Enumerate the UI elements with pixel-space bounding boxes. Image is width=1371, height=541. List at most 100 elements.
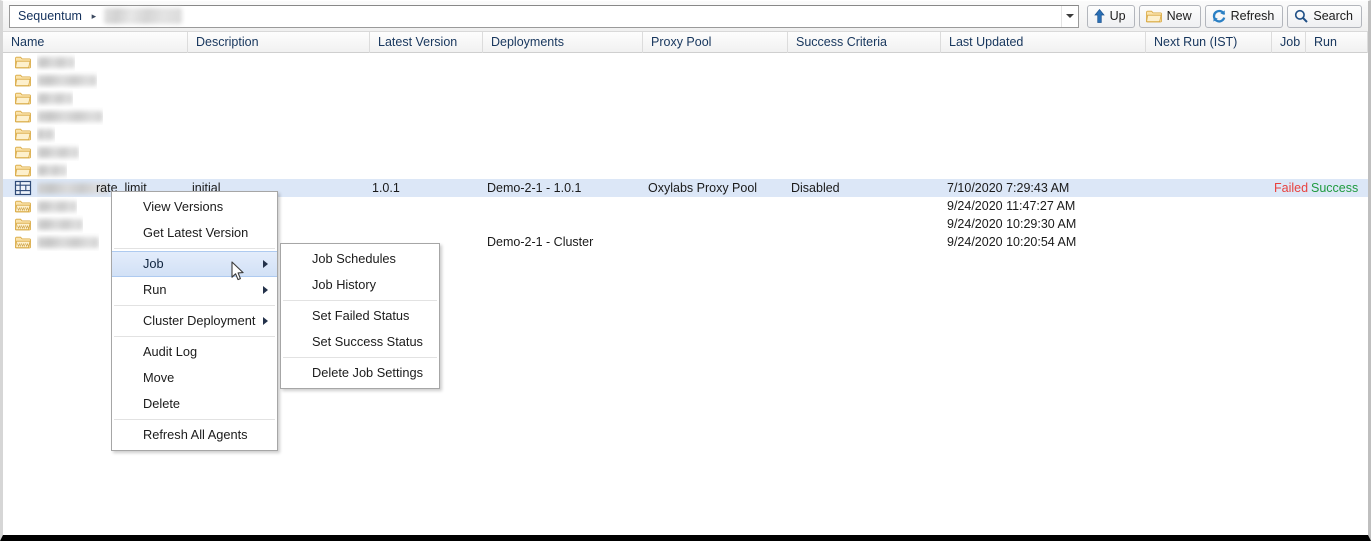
menu-item-move[interactable]: Move — [112, 365, 277, 391]
menu-item-get-latest-version[interactable]: Get Latest Version — [112, 220, 277, 246]
column-header-description[interactable]: Description — [188, 32, 370, 53]
row-name-redacted — [37, 197, 77, 215]
menu-item-label: Move — [143, 370, 174, 385]
menu-item-label: Job Schedules — [312, 251, 396, 266]
row-name-redacted — [37, 125, 55, 143]
submenu-item-delete-job-settings[interactable]: Delete Job Settings — [281, 360, 439, 386]
folder-icon — [1146, 10, 1162, 23]
breadcrumb-root[interactable]: Sequentum — [10, 6, 86, 27]
application-window: Sequentum ▸ Up New — [0, 0, 1371, 541]
table-row[interactable] — [3, 125, 1368, 143]
submenu-item-job-schedules[interactable]: Job Schedules — [281, 246, 439, 272]
column-header-name[interactable]: Name — [3, 32, 188, 53]
submenu-item-set-failed-status[interactable]: Set Failed Status — [281, 303, 439, 329]
row-name-redacted — [37, 107, 103, 125]
column-header-last-updated[interactable]: Last Updated — [941, 32, 1146, 53]
column-header-run[interactable]: Run — [1306, 32, 1368, 53]
menu-item-run[interactable]: Run — [112, 277, 277, 303]
submenu-item-set-success-status[interactable]: Set Success Status — [281, 329, 439, 355]
column-header-proxy-pool[interactable]: Proxy Pool — [643, 32, 788, 53]
new-button-label: New — [1167, 9, 1192, 23]
agent-icon — [14, 180, 33, 196]
redaction-block — [37, 201, 77, 212]
menu-item-delete[interactable]: Delete — [112, 391, 277, 417]
menu-separator — [283, 300, 437, 301]
table-row[interactable] — [3, 89, 1368, 107]
submenu-arrow-icon — [263, 260, 268, 268]
table-row[interactable] — [3, 53, 1368, 71]
menu-item-label: Get Latest Version — [143, 225, 248, 240]
redaction-block — [37, 219, 83, 230]
column-header-success-criteria[interactable]: Success Criteria — [788, 32, 941, 53]
menu-item-label: Delete Job Settings — [312, 365, 423, 380]
row-name-redacted — [37, 53, 75, 71]
submenu-arrow-icon — [263, 286, 268, 294]
refresh-button[interactable]: Refresh — [1205, 5, 1284, 28]
redaction-block — [37, 147, 79, 158]
table-row[interactable] — [3, 161, 1368, 179]
column-header-latest-version[interactable]: Latest Version — [370, 32, 483, 53]
folder-icon — [15, 128, 31, 141]
column-header-next-run-ist[interactable]: Next Run (IST) — [1146, 32, 1272, 53]
folder-icon — [15, 146, 31, 159]
search-button-label: Search — [1313, 9, 1353, 23]
refresh-button-label: Refresh — [1231, 9, 1275, 23]
table-row[interactable] — [3, 71, 1368, 89]
menu-separator — [114, 419, 275, 420]
arrow-up-icon — [1094, 9, 1105, 23]
row-name-redacted — [37, 161, 67, 179]
menu-item-audit-log[interactable]: Audit Log — [112, 339, 277, 365]
redaction-block — [37, 237, 99, 248]
table-row[interactable] — [3, 107, 1368, 125]
menu-item-label: Run — [143, 282, 166, 297]
web-folder-icon: www — [15, 236, 31, 249]
cell-run-status: Success — [1311, 179, 1371, 197]
cell-proxy-pool: Oxylabs Proxy Pool — [648, 179, 793, 197]
folder-icon — [15, 74, 31, 87]
breadcrumb-redacted-segment[interactable] — [104, 8, 182, 24]
row-name-redacted — [37, 215, 83, 233]
menu-separator — [283, 357, 437, 358]
row-name-redacted — [37, 89, 73, 107]
menu-item-cluster-deployment[interactable]: Cluster Deployment — [112, 308, 277, 334]
menu-separator — [114, 305, 275, 306]
context-submenu-job[interactable]: Job Schedules Job History Set Failed Statu… — [280, 243, 440, 389]
menu-item-label: Audit Log — [143, 344, 197, 359]
table-row[interactable] — [3, 143, 1368, 161]
folder-icon — [15, 164, 31, 177]
menu-item-job[interactable]: Job — [112, 251, 277, 277]
magnifier-icon — [1294, 9, 1308, 23]
address-bar-dropdown-button[interactable] — [1061, 6, 1078, 27]
redaction-block — [37, 165, 67, 176]
column-header-deployments[interactable]: Deployments — [483, 32, 643, 53]
menu-separator — [114, 336, 275, 337]
menu-item-label: Set Failed Status — [312, 308, 409, 323]
up-button[interactable]: Up — [1087, 5, 1135, 28]
column-header-job[interactable]: Job — [1272, 32, 1306, 53]
redaction-block — [37, 75, 97, 86]
address-bar[interactable]: Sequentum ▸ — [9, 5, 1079, 28]
menu-separator — [114, 248, 275, 249]
menu-item-label: Refresh All Agents — [143, 427, 248, 442]
refresh-icon — [1212, 9, 1226, 23]
redaction-block — [37, 111, 103, 122]
toolbar: Sequentum ▸ Up New — [3, 1, 1368, 32]
folder-icon — [15, 56, 31, 69]
submenu-item-job-history[interactable]: Job History — [281, 272, 439, 298]
cell-deployments: Demo-2-1 - 1.0.1 — [487, 179, 647, 197]
cell-last-updated: 9/24/2020 11:47:27 AM — [947, 197, 1152, 215]
row-name-redacted — [37, 143, 79, 161]
context-menu[interactable]: View Versions Get Latest Version Job Run Clu… — [111, 191, 278, 451]
menu-item-view-versions[interactable]: View Versions — [112, 194, 277, 220]
redaction-block — [37, 57, 75, 68]
search-button[interactable]: Search — [1287, 5, 1362, 28]
cell-job-status: Failed — [1274, 179, 1308, 197]
menu-item-label: Job History — [312, 277, 376, 292]
new-button[interactable]: New — [1139, 5, 1201, 28]
cell-last-updated: 9/24/2020 10:20:54 AM — [947, 233, 1152, 251]
submenu-arrow-icon — [263, 317, 268, 325]
cell-deployments: Demo-2-1 - Cluster — [487, 233, 647, 251]
menu-item-refresh-all-agents[interactable]: Refresh All Agents — [112, 422, 277, 448]
row-name-redacted — [37, 233, 99, 251]
breadcrumb-separator-icon: ▸ — [86, 6, 102, 27]
